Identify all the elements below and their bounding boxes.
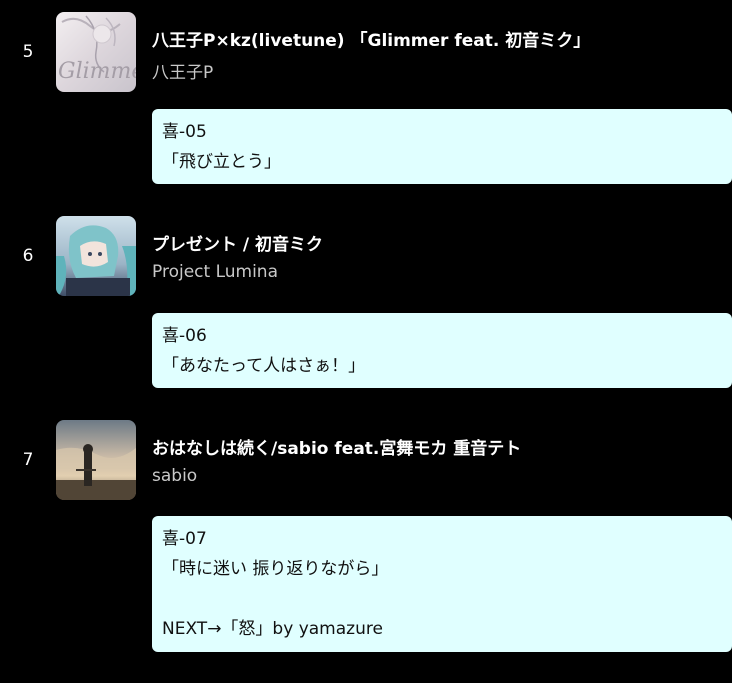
album-art-icon[interactable] — [56, 216, 136, 296]
track-item-7[interactable]: 7 おはなしは続く/sabio feat.宮舞モカ 重音テト sabio 喜-0… — [0, 408, 732, 668]
track-number: 7 — [22, 450, 34, 470]
comment-box: 喜-05 「飛び立とう」 — [152, 109, 732, 184]
album-art-icon[interactable] — [56, 420, 136, 500]
comment-line: 喜-05 — [162, 122, 207, 142]
comment-line: 喜-06 — [162, 326, 207, 346]
track-number: 5 — [22, 42, 34, 62]
track-item-5[interactable]: 5 Glimme 八王子P×kz(livetune) 「Glimmer feat… — [0, 0, 732, 200]
comment-line: 「あなたって人はさぁ！」 — [162, 356, 366, 376]
comment-line: NEXT→「怒」by yamazure — [162, 619, 383, 639]
comment-line: 「時に迷い 振り返りながら」 — [162, 559, 389, 579]
comment-box: 喜-06 「あなたって人はさぁ！」 — [152, 313, 732, 388]
track-item-6[interactable]: 6 プレゼント / 初音ミク Project Lumina 喜-06 「あなたっ… — [0, 204, 732, 404]
track-title: プレゼント / 初音ミク — [152, 235, 324, 255]
track-title: 八王子P×kz(livetune) 「Glimmer feat. 初音ミク」 — [152, 31, 591, 51]
comment-line: 喜-07 — [162, 529, 207, 549]
comment-line — [162, 584, 722, 614]
track-artist: 八王子P — [152, 63, 214, 83]
comment-line: 「飛び立とう」 — [162, 152, 281, 172]
album-art-icon[interactable]: Glimme — [56, 12, 136, 92]
comment-box: 喜-07 「時に迷い 振り返りながら」 NEXT→「怒」by yamazure — [152, 516, 732, 652]
track-artist: Project Lumina — [152, 262, 278, 282]
track-artist: sabio — [152, 466, 198, 486]
artwork-text: Glimme — [58, 59, 136, 84]
track-number: 6 — [22, 246, 34, 266]
track-title: おはなしは続く/sabio feat.宮舞モカ 重音テト — [152, 439, 522, 459]
